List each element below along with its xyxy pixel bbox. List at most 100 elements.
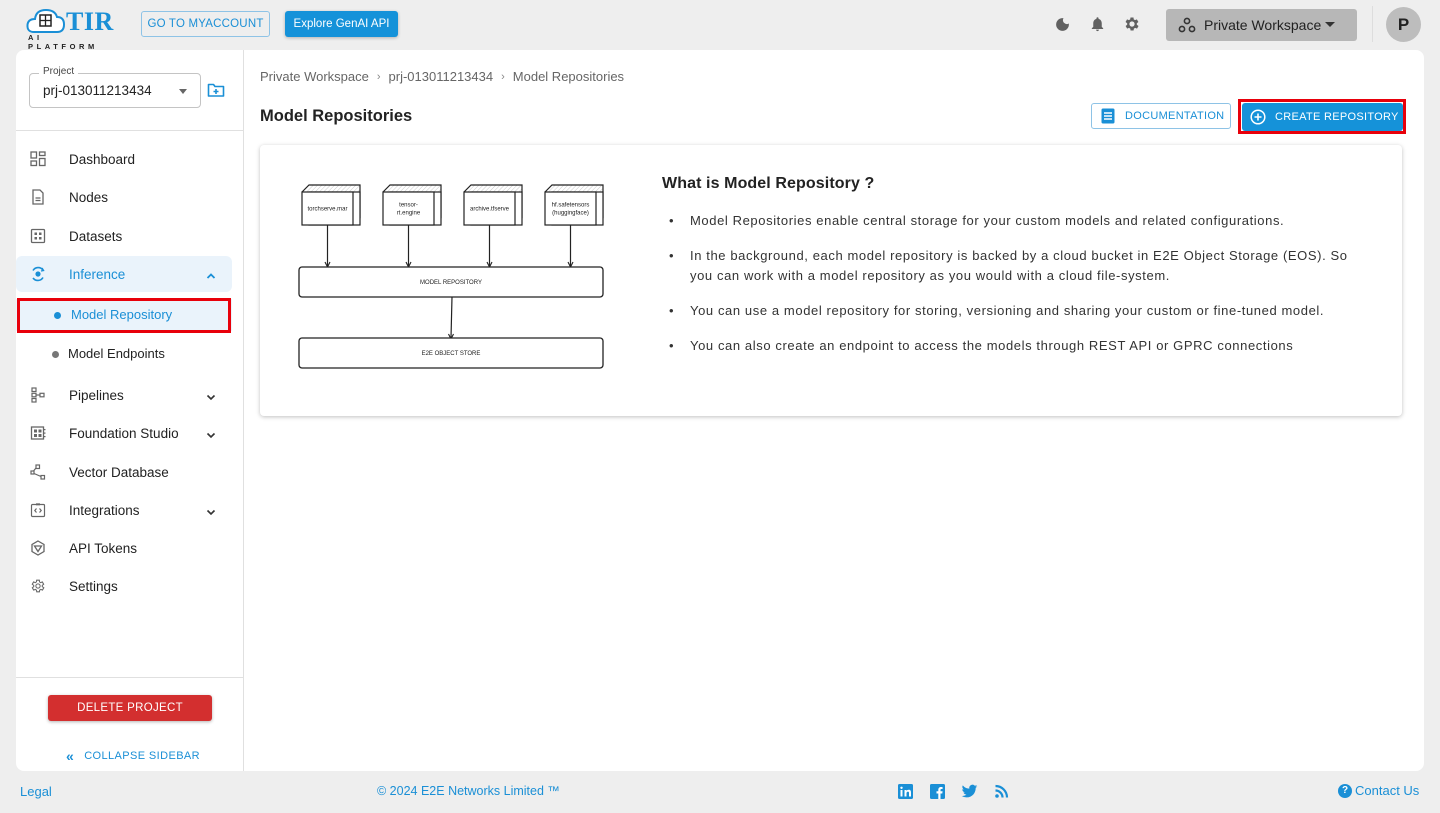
sidebar-item-datasets[interactable]: Datasets: [16, 218, 232, 254]
breadcrumb-item-current: Model Repositories: [512, 69, 625, 84]
sidebar-item-dashboard[interactable]: Dashboard: [16, 141, 232, 177]
studio-icon: [30, 425, 46, 441]
repository-label: MODEL REPOSITORY: [420, 280, 482, 286]
create-repository-button[interactable]: CREATE REPOSITORY: [1242, 103, 1403, 131]
breadcrumb: Private Workspace › prj-013011213434 › M…: [260, 69, 624, 84]
arrow-line: [450, 296, 453, 339]
workspace-selector[interactable]: Private Workspace: [1166, 9, 1357, 41]
contact-us-label: Contact Us: [1355, 783, 1420, 798]
dashboard-icon: [30, 151, 46, 167]
object-store-label: E2E OBJECT STORE: [422, 351, 481, 357]
sidebar-item-inference[interactable]: Inference: [16, 256, 232, 292]
settings-icon: [30, 578, 46, 594]
inference-icon: [30, 266, 46, 282]
document-icon: [1101, 108, 1115, 124]
source-label: rt.engine: [397, 211, 421, 217]
workspace-label: Private Workspace: [1204, 17, 1322, 33]
workspace-icon: [1178, 17, 1196, 33]
source-label: hf.safetensors: [552, 203, 590, 209]
source-label: tensor-: [399, 203, 418, 209]
sidebar-item-label: Dashboard: [69, 151, 136, 167]
facebook-icon[interactable]: [929, 783, 946, 800]
sidebar-item-vector-database[interactable]: Vector Database: [16, 454, 232, 490]
header-divider: [1372, 6, 1373, 42]
sidebar-subitem-label: Model Repository: [71, 307, 173, 322]
document-icon: [30, 189, 46, 205]
breadcrumb-item[interactable]: Private Workspace: [260, 69, 369, 84]
delete-project-button[interactable]: DELETE PROJECT: [48, 695, 212, 721]
breadcrumb-separator: ›: [376, 70, 381, 83]
sidebar-item-pipelines[interactable]: Pipelines: [16, 377, 232, 413]
sidebar-item-label: Nodes: [69, 189, 109, 205]
info-list: Model Repositories enable central storag…: [662, 211, 1362, 356]
go-to-myaccount-button[interactable]: GO TO MYACCOUNT: [141, 11, 270, 37]
caret-down-icon: [1325, 22, 1335, 27]
page-title: Model Repositories: [260, 107, 413, 125]
twitter-icon[interactable]: [961, 783, 978, 800]
project-select-label: Project: [39, 66, 79, 77]
caret-down-icon: [179, 89, 187, 94]
documentation-button[interactable]: DOCUMENTATION: [1091, 103, 1231, 129]
sidebar-item-integrations[interactable]: Integrations: [16, 492, 232, 528]
moon-icon[interactable]: [1052, 14, 1072, 34]
grid-icon: [30, 228, 46, 244]
collapse-sidebar-button[interactable]: « COLLAPSE SIDEBAR: [66, 748, 200, 764]
breadcrumb-item[interactable]: prj-013011213434: [389, 69, 494, 84]
chevron-down-icon: [206, 505, 216, 516]
chevron-up-icon: [206, 269, 216, 279]
source-box-front: [544, 191, 597, 226]
linkedin-icon[interactable]: [897, 783, 914, 800]
top-bar: TIR AI PLATFORM GO TO MYACCOUNT Explore …: [0, 0, 1440, 51]
info-point: Model Repositories enable central storag…: [662, 211, 1362, 231]
bell-icon[interactable]: [1087, 14, 1107, 34]
add-circle-icon: [1250, 109, 1266, 125]
legal-link[interactable]: Legal: [20, 784, 52, 799]
collapse-sidebar-label: COLLAPSE SIDEBAR: [84, 750, 201, 762]
info-card: torchserve.mar tensor-rt.engine archive.tf…: [260, 145, 1402, 416]
cloud-logo-icon: [26, 8, 66, 33]
gear-icon[interactable]: [1122, 14, 1142, 34]
double-chevron-left-icon: «: [66, 748, 75, 764]
info-point: In the background, each model repository…: [662, 246, 1362, 286]
explore-genai-api-button[interactable]: Explore GenAI API: [285, 11, 398, 37]
info-title: What is Model Repository ?: [662, 175, 875, 192]
info-point: You can also create an endpoint to acces…: [662, 336, 1362, 356]
sidebar-item-nodes[interactable]: Nodes: [16, 179, 232, 215]
source-label: archive.tfserve: [470, 207, 510, 213]
chevron-down-icon: [206, 390, 216, 401]
main-panel: Project prj-013011213434 Dashboard Nodes…: [16, 50, 1424, 771]
sidebar-item-settings[interactable]: Settings: [16, 568, 232, 604]
bullet-dot-icon: [52, 351, 59, 358]
sidebar-item-label: Foundation Studio: [69, 425, 179, 441]
sidebar-item-label: Settings: [69, 578, 118, 594]
sidebar-item-label: Vector Database: [69, 464, 169, 480]
source-label: torchserve.mar: [307, 207, 347, 213]
breadcrumb-separator: ›: [501, 70, 505, 83]
tir-logo[interactable]: TIR AI PLATFORM: [26, 6, 118, 51]
vector-icon: [30, 464, 46, 480]
sidebar-item-api-tokens[interactable]: API Tokens: [16, 530, 232, 566]
pipeline-icon: [30, 387, 46, 403]
logo-subtitle: AI PLATFORM: [28, 33, 98, 51]
source-box-front: [382, 191, 435, 226]
model-repository-diagram: torchserve.mar tensor-rt.engine archive.tf…: [298, 184, 604, 369]
sidebar-divider: [16, 677, 244, 678]
sidebar-subitem-model-endpoints[interactable]: Model Endpoints: [16, 338, 232, 370]
add-project-folder-icon[interactable]: [207, 82, 225, 98]
documentation-label: DOCUMENTATION: [1125, 110, 1225, 122]
project-select[interactable]: Project prj-013011213434: [29, 66, 201, 108]
sidebar-item-label: Datasets: [69, 228, 123, 244]
info-section: What is Model Repository ? Model Reposit…: [662, 175, 1362, 371]
info-point: You can use a model repository for stori…: [662, 301, 1362, 321]
copyright-text: © 2024 E2E Networks Limited ™: [377, 784, 560, 798]
project-select-value: prj-013011213434: [43, 83, 152, 98]
sidebar-subitem-label: Model Endpoints: [68, 346, 165, 361]
chevron-down-icon: [206, 428, 216, 439]
contact-us-link[interactable]: ? Contact Us: [1338, 783, 1419, 798]
footer: Legal © 2024 E2E Networks Limited ™ ? Co…: [0, 771, 1440, 813]
source-label: (huggingface): [552, 211, 589, 217]
avatar[interactable]: P: [1386, 7, 1421, 42]
sidebar-item-foundation-studio[interactable]: Foundation Studio: [16, 415, 232, 451]
sidebar-subitem-model-repository[interactable]: Model Repository: [16, 299, 232, 331]
rss-icon[interactable]: [993, 783, 1010, 800]
